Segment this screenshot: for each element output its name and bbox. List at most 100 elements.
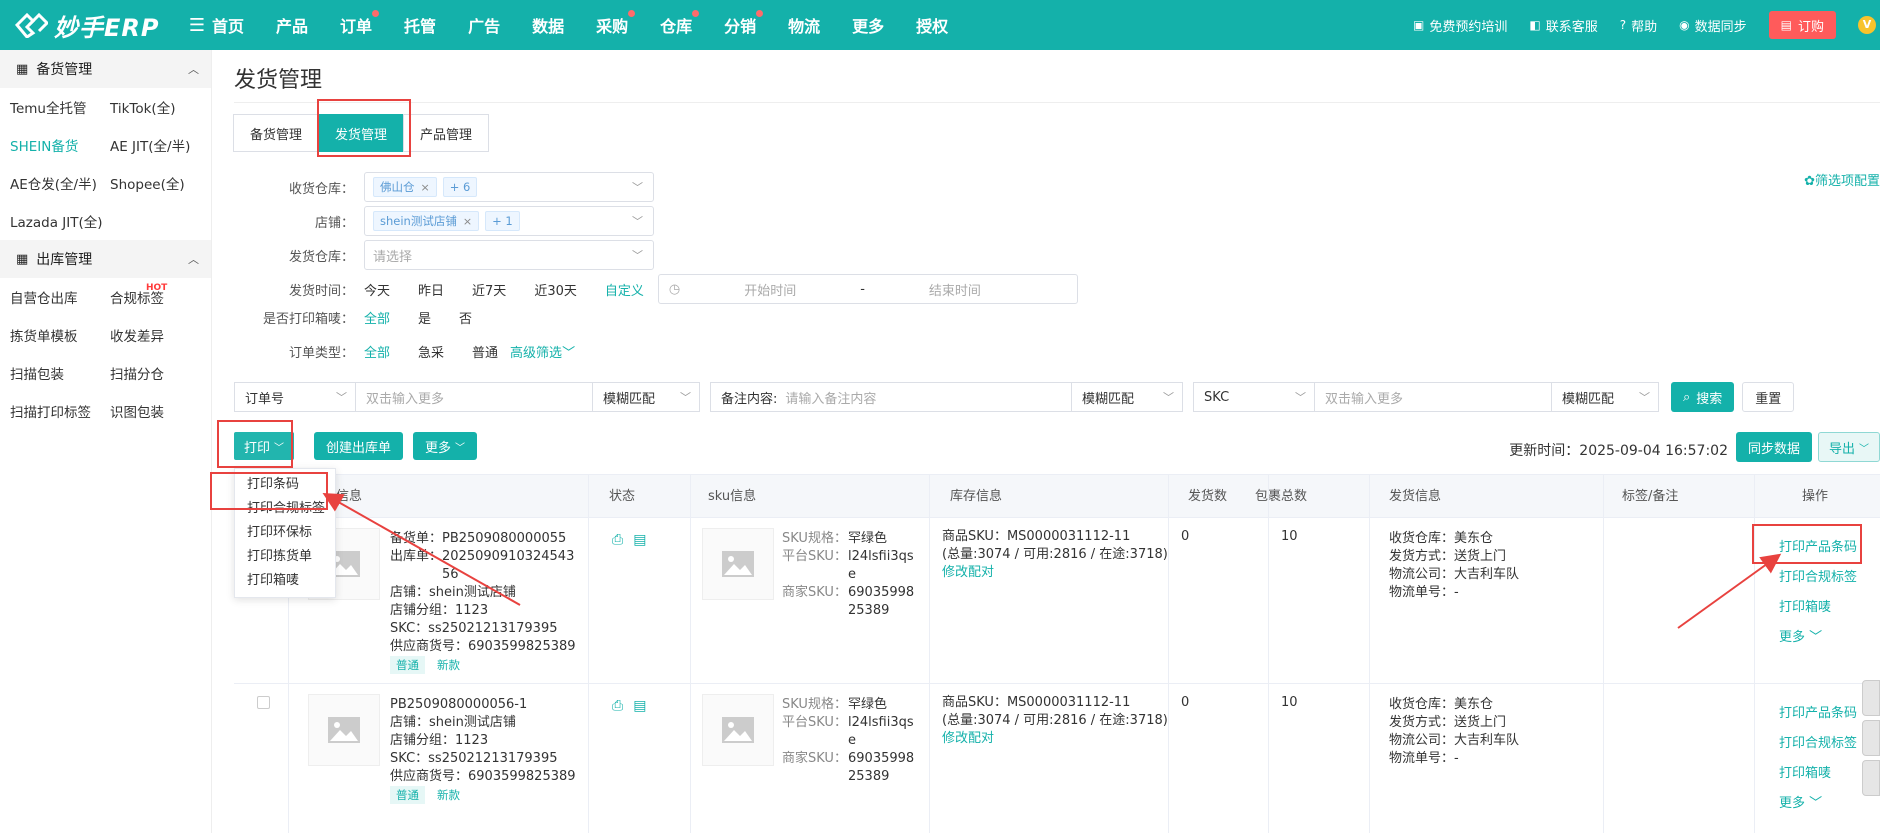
match-select-2[interactable]: 模糊匹配 ﹀ [1071, 382, 1183, 412]
menu-print-picklist[interactable]: 打印拣货单 [235, 545, 335, 569]
tab-stock[interactable]: 备货管理 [233, 114, 320, 152]
menu-print-boxmark[interactable]: 打印箱唛 [235, 569, 335, 593]
brand-logo[interactable]: 妙手ERP [0, 0, 180, 50]
ship-wh-select[interactable]: 请选择 ﹀ [364, 240, 654, 270]
sidebar-group-stock[interactable]: ▦ 备货管理 ︿ [0, 50, 211, 88]
sidebar-item-scan-print[interactable]: 扫描打印标签 [0, 392, 100, 430]
help-link[interactable]: ? 帮助 [1620, 16, 1657, 35]
sku-image[interactable] [702, 694, 774, 766]
clipboard-icon[interactable]: ▤ [633, 532, 646, 548]
nav-purchase[interactable]: 采购 [596, 10, 636, 37]
time-yesterday[interactable]: 昨日 [418, 280, 444, 299]
sidebar-item-self-outbound[interactable]: 自营仓出库 [0, 278, 100, 316]
clock-icon: ◷ [668, 281, 681, 297]
nav-distribution[interactable]: 分销 [724, 10, 764, 37]
sidebar-item-scan-split[interactable]: 扫描分仓 [100, 354, 212, 392]
field-select-order[interactable]: 订单号 ﹀ [234, 382, 356, 412]
service-link[interactable]: ◧ 联系客服 [1529, 16, 1597, 35]
tab-products[interactable]: 产品管理 [403, 114, 490, 152]
remark-input[interactable]: 备注内容: 请输入备注内容 [710, 382, 1072, 412]
print-compliance-link[interactable]: 打印合规标签 [1779, 732, 1857, 751]
sync-data-button[interactable]: 同步数据 [1735, 432, 1812, 462]
type-urgent[interactable]: 急采 [418, 342, 444, 361]
sidebar-item-scan-pack[interactable]: 扫描包装 [0, 354, 100, 392]
sidebar-item-image-pack[interactable]: 识图包装 [100, 392, 212, 430]
type-all[interactable]: 全部 [364, 342, 390, 361]
nav-logistics[interactable]: 物流 [788, 13, 820, 37]
tag-normal: 普通 [390, 656, 425, 674]
nav-orders[interactable]: 订单 [340, 10, 380, 37]
nav-auth[interactable]: 授权 [916, 13, 948, 37]
sidebar-item-lazada[interactable]: Lazada JIT(全) [0, 202, 103, 240]
printer-icon[interactable]: ⎙ [612, 698, 623, 714]
printer-icon[interactable]: ⎙ [612, 532, 623, 548]
print-product-barcode-link[interactable]: 打印产品条码 [1779, 702, 1857, 721]
fix-pair-link[interactable]: 修改配对 [942, 564, 1168, 582]
nav-hosting[interactable]: 托管 [404, 13, 436, 37]
float-tool-button[interactable] [1862, 760, 1880, 796]
chevron-down-icon: ﹀ [1295, 391, 1306, 404]
fix-pair-link[interactable]: 修改配对 [942, 730, 1168, 748]
product-image[interactable] [308, 694, 380, 766]
advanced-filter-link[interactable]: 高级筛选﹀ [510, 342, 575, 361]
row-more-link[interactable]: 更多 ﹀ [1779, 626, 1822, 645]
date-range-picker[interactable]: ◷ 开始时间 - 结束时间 [657, 274, 1078, 304]
nav-products[interactable]: 产品 [276, 13, 308, 37]
printed-all[interactable]: 全部 [364, 308, 390, 327]
data-sync-link[interactable]: ◉ 数据同步 [1679, 16, 1747, 35]
field-select-skc[interactable]: SKC ﹀ [1193, 382, 1315, 412]
sidebar-item-ae-warehouse[interactable]: AE仓发(全/半) [0, 164, 100, 202]
printed-no[interactable]: 否 [459, 308, 472, 327]
sidebar-group-outbound[interactable]: ▦ 出库管理 ︿ [0, 240, 211, 278]
match-select-3[interactable]: 模糊匹配 ﹀ [1551, 382, 1659, 412]
clipboard-icon[interactable]: ▤ [633, 698, 646, 714]
print-compliance-link[interactable]: 打印合规标签 [1779, 566, 1857, 585]
receive-wh-select[interactable]: 佛山仓 × + 6 ﹀ [364, 172, 654, 202]
match-select-1[interactable]: 模糊匹配 ﹀ [592, 382, 700, 412]
close-float-button[interactable] [1862, 680, 1880, 716]
close-icon[interactable]: × [421, 181, 430, 194]
time-today[interactable]: 今天 [364, 280, 390, 299]
nav-home[interactable]: 首页 [212, 13, 244, 37]
sku-image[interactable] [702, 528, 774, 600]
print-boxmark-link[interactable]: 打印箱唛 [1779, 762, 1831, 781]
nav-warehouse[interactable]: 仓库 [660, 10, 700, 37]
annotation-box-barcode-item [210, 472, 328, 510]
sidebar-item-diff[interactable]: 收发差异 [100, 316, 212, 354]
menu-toggle-icon[interactable]: ☰ [182, 15, 212, 36]
print-boxmark-link[interactable]: 打印箱唛 [1779, 596, 1831, 615]
sidebar-item-tiktok[interactable]: TikTok(全) [100, 88, 212, 126]
reset-button[interactable]: 重置 [1742, 382, 1795, 412]
order-button[interactable]: ▤ 订购 [1768, 11, 1836, 39]
nav-ads[interactable]: 广告 [468, 13, 500, 37]
sidebar-item-temu[interactable]: Temu全托管 [0, 88, 100, 126]
sidebar-item-shein[interactable]: SHEIN备货 [0, 126, 100, 164]
search-button[interactable]: ⌕ 搜索 [1671, 382, 1735, 412]
store-select[interactable]: shein测试店铺 × + 1 ﹀ [364, 206, 654, 236]
menu-print-eco[interactable]: 打印环保标 [235, 521, 335, 545]
nav-more[interactable]: 更多 [852, 13, 884, 37]
create-outbound-button[interactable]: 创建出库单 [314, 432, 404, 460]
filter-tag[interactable]: shein测试店铺 × [373, 211, 480, 231]
printed-yes[interactable]: 是 [418, 308, 431, 327]
time-custom[interactable]: 自定义 [605, 280, 644, 299]
filter-config-link[interactable]: ✿筛选项配置 [1804, 170, 1880, 189]
time-7days[interactable]: 近7天 [472, 280, 506, 299]
row-more-link[interactable]: 更多 ﹀ [1779, 792, 1822, 811]
export-button[interactable]: 导出 ﹀ [1817, 432, 1880, 462]
nav-data[interactable]: 数据 [532, 13, 564, 37]
close-icon[interactable]: × [463, 215, 472, 228]
sidebar-item-shopee[interactable]: Shopee(全) [100, 164, 212, 202]
sidebar-item-ae-jit[interactable]: AE JIT(全/半) [100, 126, 212, 164]
skc-input[interactable]: 双击输入更多 [1314, 382, 1552, 412]
time-30days[interactable]: 近30天 [534, 280, 577, 299]
more-actions-button[interactable]: 更多 ﹀ [413, 432, 478, 460]
avatar[interactable]: V [1858, 16, 1876, 34]
type-normal[interactable]: 普通 [472, 342, 498, 361]
sidebar-item-pick-template[interactable]: 拣货单模板 [0, 316, 100, 354]
filter-tag[interactable]: 佛山仓 × [373, 177, 437, 197]
order-input[interactable]: 双击输入更多 [355, 382, 593, 412]
row-checkbox[interactable] [257, 696, 270, 709]
float-tool-button[interactable] [1862, 720, 1880, 756]
training-link[interactable]: ▣ 免费预约培训 [1413, 16, 1507, 35]
